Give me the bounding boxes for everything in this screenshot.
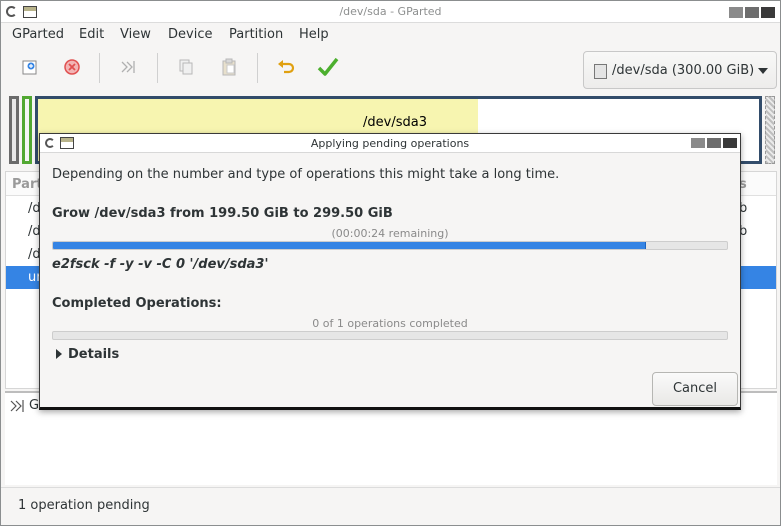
toolbar-separator [99,53,100,83]
current-command: e2fsck -f -y -v -C 0 '/dev/sda3' [52,257,269,272]
menu-view[interactable]: View [120,27,151,42]
delete-icon[interactable] [62,57,82,77]
partition-map-segment[interactable] [22,96,32,164]
statusbar: 1 operation pending [1,487,780,525]
cancel-button[interactable]: Cancel [652,372,738,406]
chevron-down-icon [758,68,768,74]
current-operation-title: Grow /dev/sda3 from 199.50 GiB to 299.50… [52,206,393,221]
close-icon[interactable] [761,7,775,18]
device-selector-label: /dev/sda (300.00 GiB) [612,63,755,78]
time-remaining: (00:00:24 remaining) [331,227,449,240]
resize-move-icon[interactable] [118,57,138,77]
partition-map-segment[interactable] [9,96,19,164]
minimize-icon[interactable] [729,7,743,18]
undo-icon[interactable] [276,57,296,77]
completed-operations-count: 0 of 1 operations completed [312,317,468,330]
completed-operations-title: Completed Operations: [52,296,222,311]
menu-help[interactable]: Help [299,27,329,42]
dialog-intro-text: Depending on the number and type of oper… [52,167,560,182]
maximize-icon[interactable] [745,7,759,18]
window-titlebar: /dev/sda - GParted [1,1,780,23]
copy-icon[interactable] [176,57,196,77]
column-header-partition[interactable]: Part [12,177,43,192]
details-label: Details [68,347,120,362]
completed-progress-bar [52,331,728,340]
resize-move-icon [10,400,24,412]
new-partition-icon[interactable] [20,57,40,77]
paste-icon[interactable] [219,57,239,77]
maximize-icon[interactable] [707,138,721,148]
pending-operation-item[interactable]: G [29,398,39,413]
toolbar-separator [257,53,258,83]
dialog-titlebar: Applying pending operations [40,134,740,153]
toolbar-separator [157,53,158,83]
menu-gparted[interactable]: GParted [12,27,64,42]
dialog-title: Applying pending operations [310,137,470,150]
disk-icon [594,64,607,79]
status-text: 1 operation pending [18,498,150,513]
menu-device[interactable]: Device [168,27,212,42]
details-expander[interactable]: Details [56,347,119,362]
menu-partition[interactable]: Partition [229,27,283,42]
device-selector[interactable]: /dev/sda (300.00 GiB) [583,51,777,89]
toolbar: /dev/sda (300.00 GiB) [1,47,780,91]
close-icon[interactable] [723,138,737,148]
apply-icon[interactable] [316,55,340,79]
applying-operations-dialog: Applying pending operations Depending on… [39,133,741,410]
partition-map-unallocated[interactable] [765,96,775,164]
window-title: /dev/sda - GParted [339,5,442,18]
minimize-icon[interactable] [691,138,705,148]
operation-progress-bar [52,241,728,250]
expander-triangle-icon [56,349,62,359]
menubar: GParted Edit View Device Partition Help [1,24,780,46]
operation-progress-fill [53,242,646,249]
menu-edit[interactable]: Edit [79,27,104,42]
partition-map-label: /dev/sda3 [363,115,427,130]
